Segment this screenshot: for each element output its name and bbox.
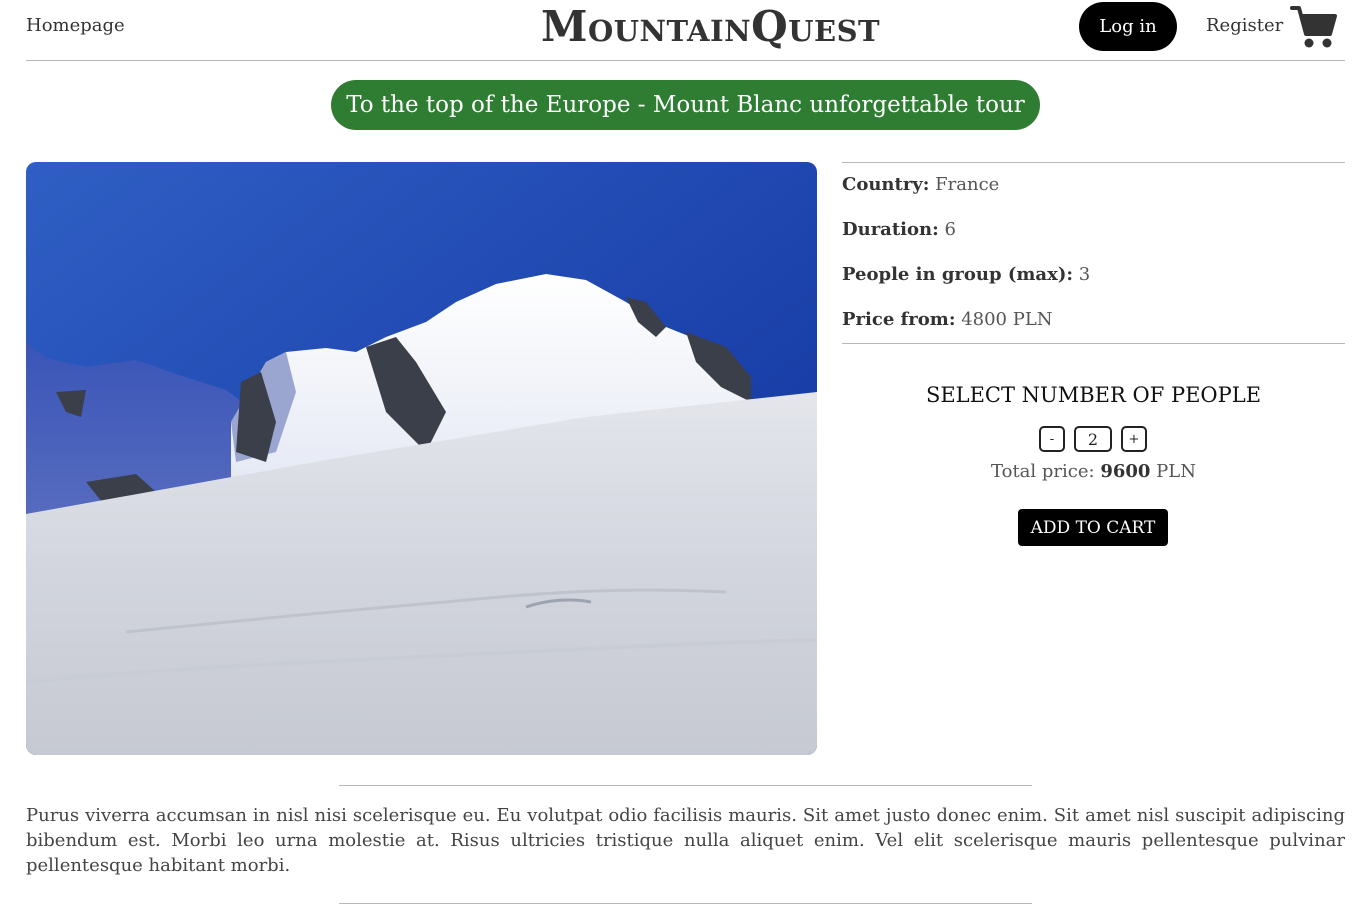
decrement-button[interactable]: - (1039, 426, 1065, 452)
login-button[interactable]: Log in (1079, 2, 1177, 51)
tour-details: Country: France Duration: 6 People in gr… (842, 162, 1345, 344)
detail-price-label: Price from: (842, 309, 956, 330)
detail-group-value: 3 (1078, 264, 1091, 285)
detail-price-value: 4800 PLN (961, 309, 1053, 330)
total-price-currency: PLN (1156, 461, 1196, 482)
detail-price: Price from: 4800 PLN (842, 309, 1053, 330)
tour-title: To the top of the Europe - Mount Blanc u… (331, 80, 1040, 130)
detail-country: Country: France (842, 174, 999, 195)
detail-duration: Duration: 6 (842, 219, 956, 240)
tour-description: Purus viverra accumsan in nisl nisi scel… (26, 805, 1345, 876)
detail-group-label: People in group (max): (842, 264, 1073, 285)
detail-country-value: France (935, 174, 1000, 195)
select-people-heading: SELECT NUMBER OF PEOPLE (925, 383, 1262, 407)
nav-link-homepage[interactable]: Homepage (26, 15, 125, 36)
total-price: Total price: 9600 PLN (842, 461, 1345, 482)
shopping-cart-icon[interactable] (1290, 4, 1338, 50)
detail-group-size: People in group (max): 3 (842, 264, 1090, 285)
site-header: Homepage MountainQuest Log in Register (26, 0, 1345, 61)
detail-country-label: Country: (842, 174, 930, 195)
detail-duration-value: 6 (944, 219, 956, 240)
increment-button[interactable]: + (1121, 426, 1147, 452)
quantity-value[interactable]: 2 (1074, 426, 1112, 452)
total-price-value: 9600 (1100, 461, 1151, 482)
site-logo[interactable]: MountainQuest (541, 1, 880, 53)
tour-image (26, 162, 817, 755)
register-link[interactable]: Register (1206, 15, 1283, 36)
total-price-label: Total price: (991, 461, 1095, 482)
divider (339, 903, 1032, 904)
add-to-cart-button[interactable]: ADD TO CART (1018, 509, 1168, 546)
detail-duration-label: Duration: (842, 219, 939, 240)
divider (339, 785, 1032, 786)
